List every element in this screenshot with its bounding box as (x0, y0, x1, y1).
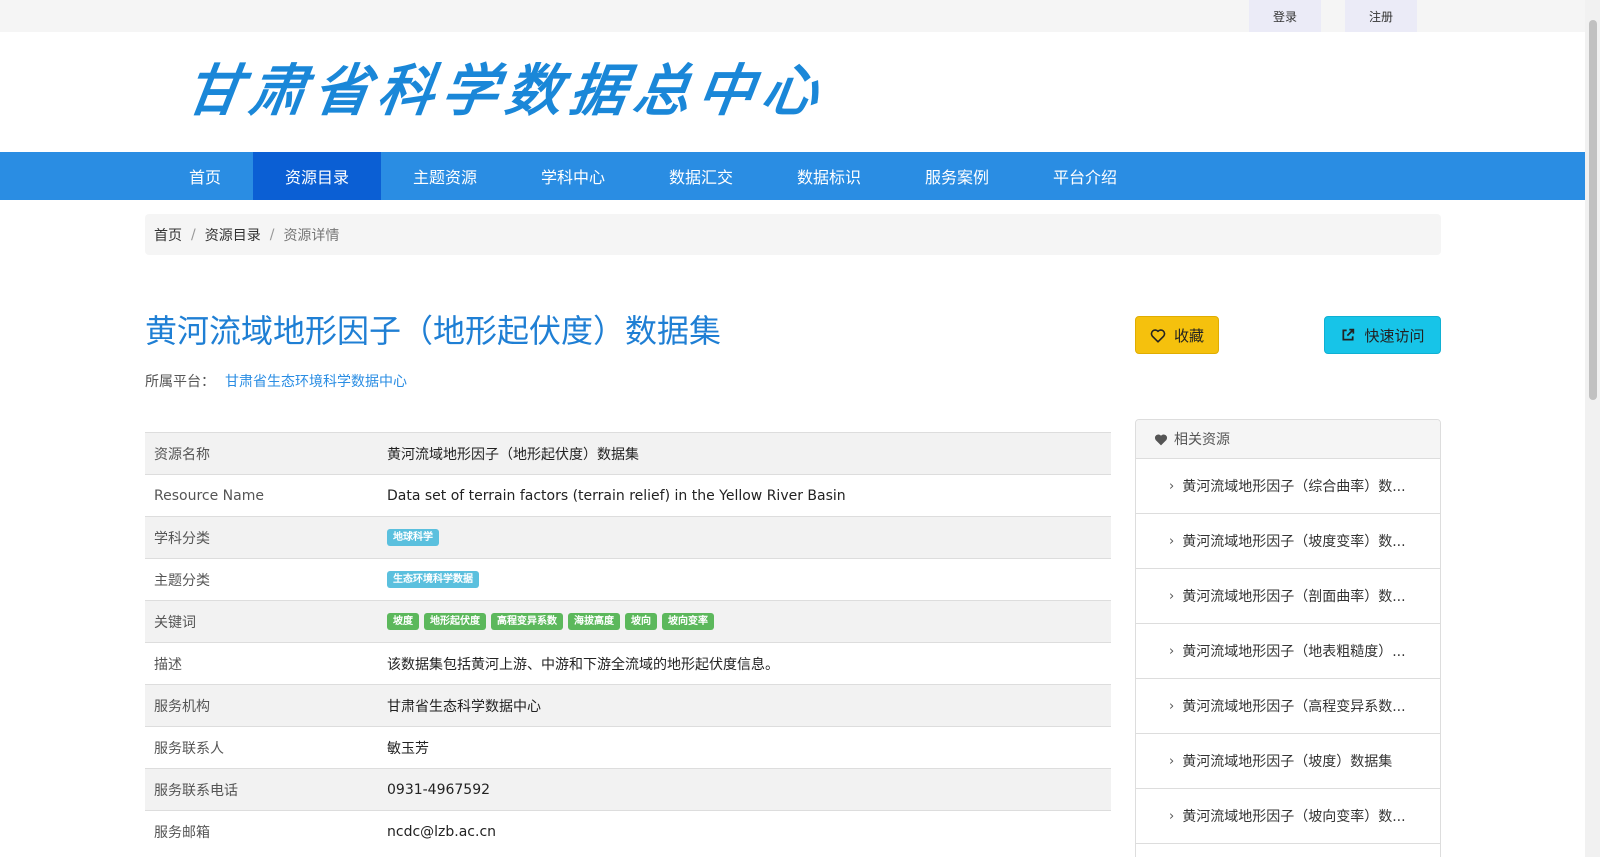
login-button[interactable]: 登录 (1249, 0, 1321, 32)
chevron-right-icon: › (1169, 643, 1175, 659)
table-row: 主题分类 生态环境科学数据 (145, 558, 1111, 600)
nav-item-home[interactable]: 首页 (141, 152, 269, 200)
table-row: 服务联系电话 0931-4967592 (145, 768, 1111, 810)
nav-item-catalog[interactable]: 资源目录 (253, 152, 381, 200)
related-item-label: 黄河流域地形因子（剖面曲率）数... (1182, 589, 1406, 605)
chevron-right-icon: › (1169, 808, 1175, 824)
related-item[interactable]: › 黄河流域地形因子（综合曲率）数... (1136, 459, 1440, 514)
register-button[interactable]: 注册 (1345, 0, 1417, 32)
keyword-tag[interactable]: 地形起伏度 (424, 613, 486, 630)
related-resources-panel: 相关资源 › 黄河流域地形因子（综合曲率）数... › 黄河流域地形因子（坡度变率）… (1135, 419, 1441, 857)
site-logo[interactable]: 甘肃省科学数据总中心 (181, 57, 831, 127)
chevron-right-icon: › (1169, 478, 1175, 494)
row-value: 该数据集包括黄河上游、中游和下游全流域的地形起伏度信息。 (387, 656, 779, 673)
nav-item-submission[interactable]: 数据汇交 (637, 152, 765, 200)
nav-item-topics[interactable]: 主题资源 (381, 152, 509, 200)
subject-tag[interactable]: 地球科学 (387, 529, 439, 546)
keyword-tag[interactable]: 高程变异系数 (491, 613, 563, 630)
related-item[interactable]: › 黄河流域地形因子（地表粗糙度）... (1136, 624, 1440, 679)
related-item[interactable]: › 黄河流域地形因子（坡度变率）数... (1136, 514, 1440, 569)
quick-access-label: 快速访问 (1364, 326, 1425, 345)
row-label: 服务联系人 (154, 740, 224, 757)
related-item-label: 黄河流域地形因子（高程变异系数... (1182, 699, 1406, 715)
related-item-label: 黄河流域地形因子（坡向变率）数... (1182, 809, 1406, 825)
row-value: 生态环境科学数据 (387, 571, 1111, 588)
breadcrumb-separator: / (269, 226, 275, 243)
chevron-right-icon: › (1169, 588, 1175, 604)
row-label: 服务机构 (154, 698, 210, 715)
page-title: 黄河流域地形因子（地形起伏度）数据集 (145, 312, 722, 350)
chevron-right-icon: › (1169, 698, 1175, 714)
breadcrumb-catalog[interactable]: 资源目录 (205, 225, 261, 245)
site-header: 甘肃省科学数据总中心 (0, 32, 1585, 152)
table-row: 服务邮箱 ncdc@lzb.ac.cn (145, 810, 1111, 852)
related-item[interactable]: › 黄河流域地形因子（坡向变率）数... (1136, 789, 1440, 844)
keyword-tag[interactable]: 坡度 (387, 613, 419, 630)
quick-access-button[interactable]: 快速访问 (1324, 316, 1441, 354)
table-row: 资源名称 黄河流域地形因子（地形起伏度）数据集 (145, 432, 1111, 474)
nav-item-identifier[interactable]: 数据标识 (765, 152, 893, 200)
row-value: 黄河流域地形因子（地形起伏度）数据集 (387, 446, 639, 463)
platform-line: 所属平台： 甘肃省生态环境科学数据中心 (145, 371, 407, 391)
related-item[interactable]: › 黄河流域地形因子（坡度）数据集 (1136, 734, 1440, 789)
row-label: 学科分类 (154, 530, 210, 547)
row-label: 资源名称 (154, 446, 210, 463)
resource-info-table: 资源名称 黄河流域地形因子（地形起伏度）数据集 Resource Name Da… (145, 432, 1111, 852)
favorite-button[interactable]: 收藏 (1135, 316, 1219, 354)
favorite-label: 收藏 (1173, 326, 1204, 345)
table-row: Resource Name Data set of terrain factor… (145, 474, 1111, 516)
table-row: 服务联系人 敏玉芳 (145, 726, 1111, 768)
breadcrumb: 首页 / 资源目录 / 资源详情 (145, 214, 1441, 255)
row-label: 主题分类 (154, 572, 210, 589)
external-link-icon (1340, 327, 1356, 343)
table-row: 服务机构 甘肃省生态科学数据中心 (145, 684, 1111, 726)
related-item-label: 黄河流域地形因子（综合曲率）数... (1182, 479, 1406, 495)
breadcrumb-current: 资源详情 (283, 227, 340, 244)
keyword-tag[interactable]: 坡向 (625, 613, 657, 630)
heart-icon (1154, 433, 1168, 446)
table-row: 描述 该数据集包括黄河上游、中游和下游全流域的地形起伏度信息。 (145, 642, 1111, 684)
heart-icon (1150, 328, 1166, 343)
page-scrollbar[interactable] (1585, 0, 1600, 857)
scrollbar-thumb[interactable] (1589, 20, 1597, 400)
table-row: 关键词 坡度 地形起伏度 高程变异系数 海拔高度 坡向 坡向变率 (145, 600, 1111, 642)
row-value: ncdc@lzb.ac.cn (387, 823, 497, 840)
row-label: 服务邮箱 (154, 824, 210, 841)
row-label: 服务联系电话 (154, 782, 238, 799)
row-value: 0931-4967592 (387, 781, 491, 798)
related-item-label: 黄河流域地形因子（坡度变率）数... (1182, 534, 1406, 550)
nav-item-about[interactable]: 平台介绍 (1021, 152, 1149, 200)
keyword-tag[interactable]: 坡向变率 (662, 613, 714, 630)
related-header: 相关资源 (1136, 420, 1440, 459)
keyword-tag[interactable]: 海拔高度 (568, 613, 620, 630)
row-value: 甘肃省生态科学数据中心 (387, 698, 541, 715)
row-value: 敏玉芳 (387, 740, 429, 757)
related-title: 相关资源 (1174, 432, 1230, 448)
row-value: Data set of terrain factors (terrain rel… (387, 487, 846, 504)
related-item[interactable]: › 黄河流域地形因子（高程变异系数... (1136, 679, 1440, 734)
breadcrumb-home[interactable]: 首页 (154, 225, 182, 245)
theme-tag[interactable]: 生态环境科学数据 (387, 571, 479, 588)
top-bar: 登录 注册 (0, 0, 1585, 32)
breadcrumb-separator: / (191, 226, 196, 243)
main-nav: 首页 资源目录 主题资源 学科中心 数据汇交 数据标识 服务案例 平台介绍 (0, 152, 1585, 200)
row-label: 描述 (154, 656, 182, 673)
nav-item-cases[interactable]: 服务案例 (893, 152, 1021, 200)
row-label: Resource Name (154, 487, 264, 504)
chevron-right-icon: › (1169, 533, 1175, 549)
chevron-right-icon: › (1169, 753, 1175, 769)
platform-link[interactable]: 甘肃省生态环境科学数据中心 (225, 374, 407, 390)
related-item-label: 黄河流域地形因子（坡度）数据集 (1182, 754, 1393, 770)
table-row: 学科分类 地球科学 (145, 516, 1111, 558)
related-item[interactable]: › 黄河流域地形因子（剖面曲率）数... (1136, 569, 1440, 624)
platform-label: 所属平台： (145, 374, 215, 390)
related-item-label: 黄河流域地形因子（地表粗糙度）... (1182, 644, 1406, 660)
nav-item-disciplines[interactable]: 学科中心 (509, 152, 637, 200)
row-value: 坡度 地形起伏度 高程变异系数 海拔高度 坡向 坡向变率 (387, 613, 1111, 630)
row-label: 关键词 (154, 614, 196, 631)
row-value: 地球科学 (387, 529, 1111, 546)
